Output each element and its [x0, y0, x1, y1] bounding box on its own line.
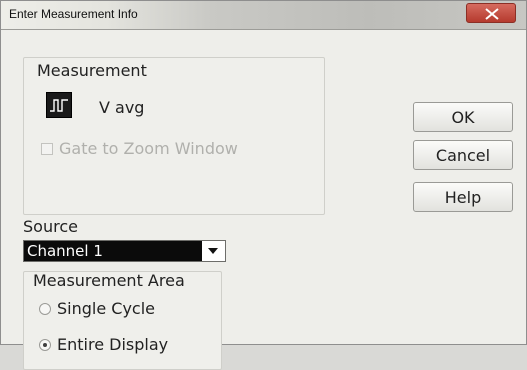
ok-button[interactable]: OK — [413, 102, 513, 132]
single-cycle-radio[interactable] — [39, 302, 51, 315]
waveform-icon — [46, 92, 72, 118]
gate-to-zoom-window-option[interactable]: Gate to Zoom Window — [41, 139, 238, 158]
gate-label: Gate to Zoom Window — [59, 139, 238, 158]
source-label: Source — [23, 217, 78, 236]
gate-checkbox[interactable] — [41, 142, 53, 155]
close-button[interactable] — [466, 3, 516, 23]
title-bar: Enter Measurement Info — [1, 1, 526, 30]
source-dropdown[interactable]: Channel 1 — [23, 240, 226, 262]
close-icon — [485, 8, 499, 20]
dialog-content: Measurement V avg Gate to Zoom Window OK… — [11, 39, 526, 370]
source-selected-value: Channel 1 — [24, 241, 202, 261]
window-title: Enter Measurement Info — [9, 7, 138, 21]
enter-measurement-info-dialog: Enter Measurement Info Measurement V avg… — [0, 0, 527, 370]
radio-single-cycle[interactable]: Single Cycle — [39, 299, 155, 318]
help-button[interactable]: Help — [413, 182, 513, 212]
measurement-area-label: Measurement Area — [33, 271, 185, 290]
dropdown-arrow-icon[interactable] — [201, 241, 225, 261]
measurement-group — [23, 57, 325, 215]
cancel-button[interactable]: Cancel — [413, 140, 513, 170]
single-cycle-label: Single Cycle — [57, 299, 155, 318]
measurement-name: V avg — [99, 98, 145, 117]
measurement-label: Measurement — [37, 61, 147, 80]
